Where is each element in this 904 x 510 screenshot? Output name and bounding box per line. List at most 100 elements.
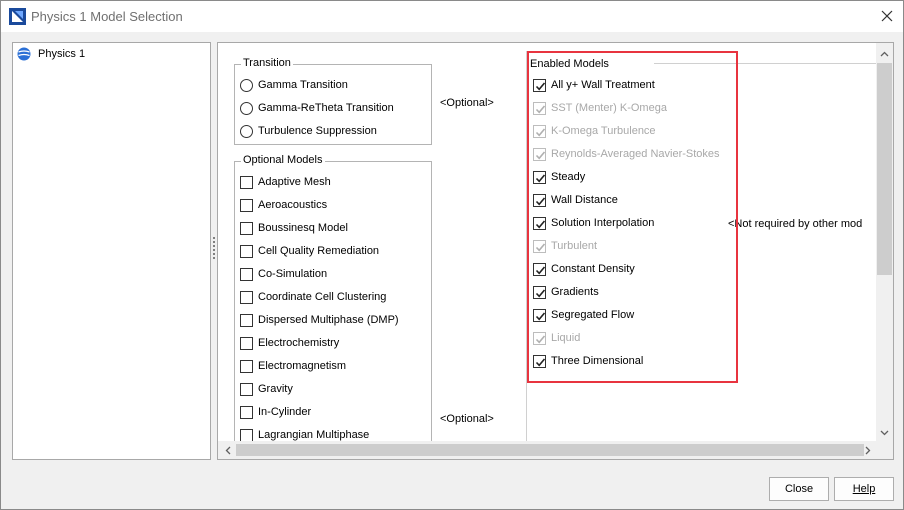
checkbox[interactable] <box>240 198 253 212</box>
optional-models-group-title: Optional Models <box>241 154 325 166</box>
checkbox-label: SST (Menter) K-Omega <box>551 102 667 114</box>
optional-model-co-simulation[interactable]: Co-Simulation <box>240 266 327 282</box>
checkbox[interactable] <box>240 290 253 304</box>
optional-model-lagrangian-multiphase[interactable]: Lagrangian Multiphase <box>240 427 369 441</box>
radio-gamma-transition[interactable]: Gamma Transition <box>240 77 348 93</box>
enabled-model-liquid: Liquid <box>533 330 580 346</box>
radio-button[interactable] <box>240 101 253 115</box>
app-logo-icon <box>9 8 26 25</box>
transition-optional-hint: <Optional> <box>440 97 494 109</box>
checkbox-label: In-Cylinder <box>258 406 312 418</box>
optional-model-electromagnetism[interactable]: Electromagnetism <box>240 358 346 374</box>
enabled-model-wall-distance[interactable]: Wall Distance <box>533 192 618 208</box>
checkbox[interactable] <box>240 175 253 189</box>
checkbox-label: Adaptive Mesh <box>258 176 331 188</box>
checkbox[interactable] <box>533 170 546 184</box>
enabled-model-segregated-flow[interactable]: Segregated Flow <box>533 307 634 323</box>
optional-model-gravity[interactable]: Gravity <box>240 381 293 397</box>
chevron-down-icon <box>880 430 889 435</box>
optional-model-adaptive-mesh[interactable]: Adaptive Mesh <box>240 174 331 190</box>
checkbox-label: Steady <box>551 171 586 183</box>
optional-model-dispersed-multiphase-dmp[interactable]: Dispersed Multiphase (DMP) <box>240 312 399 328</box>
help-button[interactable]: Help <box>834 477 894 501</box>
scroll-down-button[interactable] <box>876 424 893 441</box>
panel-splitter-handle[interactable] <box>212 237 216 263</box>
optional-model-electrochemistry[interactable]: Electrochemistry <box>240 335 339 351</box>
checkbox[interactable] <box>240 221 253 235</box>
checkbox[interactable] <box>533 216 546 230</box>
checkbox[interactable] <box>533 262 546 276</box>
horizontal-scrollbar-thumb[interactable] <box>236 444 864 456</box>
radio-turbulence-suppression[interactable]: Turbulence Suppression <box>240 123 377 139</box>
checkbox[interactable] <box>240 405 253 419</box>
radio-gamma-retheta-transition[interactable]: Gamma-ReTheta Transition <box>240 100 394 116</box>
checkbox-label: Reynolds-Averaged Navier-Stokes <box>551 148 720 160</box>
checkbox-label: Boussinesq Model <box>258 222 348 234</box>
scrollbar-corner <box>876 441 893 459</box>
checkbox[interactable] <box>533 354 546 368</box>
checkbox[interactable] <box>240 428 253 441</box>
scroll-left-button[interactable] <box>219 442 236 459</box>
optional-model-coordinate-cell-clustering[interactable]: Coordinate Cell Clustering <box>240 289 386 305</box>
checkbox-label: Co-Simulation <box>258 268 328 280</box>
checkbox[interactable] <box>533 308 546 322</box>
chevron-right-icon <box>865 446 870 455</box>
vertical-scrollbar-thumb[interactable] <box>877 63 892 275</box>
chevron-up-icon <box>880 51 889 56</box>
transition-group-title: Transition <box>241 57 293 69</box>
optional-model-in-cylinder[interactable]: In-Cylinder <box>240 404 311 420</box>
enabled-models-title: Enabled Models <box>530 58 609 70</box>
checkbox[interactable] <box>240 359 253 373</box>
checkbox[interactable] <box>533 285 546 299</box>
not-required-note: <Not required by other mod <box>728 218 863 230</box>
checkbox[interactable] <box>240 313 253 327</box>
checkbox <box>533 147 546 161</box>
title-bar: Physics 1 Model Selection <box>1 1 903 32</box>
enabled-model-solution-interpolation[interactable]: Solution Interpolation <box>533 215 654 231</box>
tree-item-physics-1[interactable]: Physics 1 <box>17 47 85 61</box>
optional-model-aeroacoustics[interactable]: Aeroacoustics <box>240 197 327 213</box>
scroll-up-button[interactable] <box>876 45 893 62</box>
enabled-model-three-dimensional[interactable]: Three Dimensional <box>533 353 643 369</box>
checkbox[interactable] <box>240 244 253 258</box>
checkbox-label: Gravity <box>258 383 293 395</box>
checkbox <box>533 239 546 253</box>
checkbox-label: Aeroacoustics <box>258 199 328 211</box>
close-button-label: Close <box>784 483 814 495</box>
enabled-model-sst-menter-k-omega: SST (Menter) K-Omega <box>533 100 667 116</box>
checkbox-label: Electrochemistry <box>258 337 340 349</box>
checkbox <box>533 101 546 115</box>
close-button[interactable]: Close <box>769 477 829 501</box>
close-window-button[interactable] <box>875 4 899 28</box>
optional-model-cell-quality-remediation[interactable]: Cell Quality Remediation <box>240 243 379 259</box>
radio-label: Turbulence Suppression <box>258 125 377 137</box>
checkbox-label: Dispersed Multiphase (DMP) <box>258 314 399 326</box>
optional-model-boussinesq-model[interactable]: Boussinesq Model <box>240 220 348 236</box>
scroll-right-button[interactable] <box>859 442 876 459</box>
physics-tree-panel: Physics 1 <box>12 42 211 460</box>
checkbox[interactable] <box>240 336 253 350</box>
checkbox <box>533 331 546 345</box>
enabled-model-steady[interactable]: Steady <box>533 169 585 185</box>
enabled-model-constant-density[interactable]: Constant Density <box>533 261 635 277</box>
optional-models-hint: <Optional> <box>440 413 494 425</box>
checkbox-label: Constant Density <box>551 263 635 275</box>
window-title: Physics 1 Model Selection <box>31 9 183 24</box>
checkbox-label: K-Omega Turbulence <box>551 125 656 137</box>
checkbox[interactable] <box>240 382 253 396</box>
dialog-window: Physics 1 Model Selection Physics 1 Tran… <box>0 0 904 510</box>
enabled-model-gradients[interactable]: Gradients <box>533 284 599 300</box>
checkbox[interactable] <box>533 193 546 207</box>
checkbox <box>533 124 546 138</box>
checkbox[interactable] <box>240 267 253 281</box>
enabled-model-all-y-wall-treatment[interactable]: All y+ Wall Treatment <box>533 77 655 93</box>
enabled-model-k-omega-turbulence: K-Omega Turbulence <box>533 123 656 139</box>
checkbox-label: Electromagnetism <box>258 360 347 372</box>
radio-button[interactable] <box>240 124 253 138</box>
chevron-left-icon <box>225 446 230 455</box>
radio-label: Gamma-ReTheta Transition <box>258 102 394 114</box>
help-button-label: Help <box>852 483 876 495</box>
physics-continuum-icon <box>17 47 31 61</box>
checkbox[interactable] <box>533 78 546 92</box>
radio-button[interactable] <box>240 78 253 92</box>
